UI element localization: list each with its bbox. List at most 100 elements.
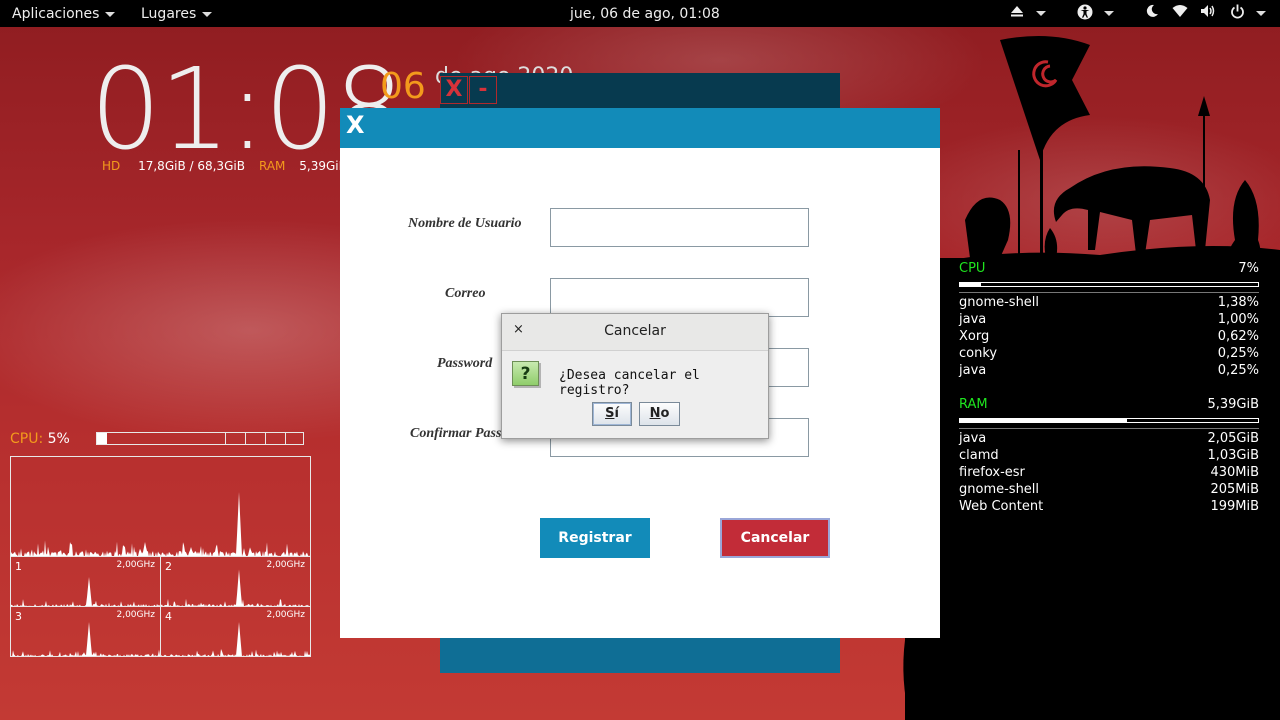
no-label-rest: o xyxy=(660,406,670,421)
hd-usage: HD 17,8GiB / 68,3GiB xyxy=(102,159,245,173)
process-name: java xyxy=(959,312,987,327)
cpu-core-graph: 3 2,00GHz xyxy=(10,606,161,657)
yes-button[interactable]: Sí xyxy=(592,402,632,426)
email-label: Correo xyxy=(445,286,486,301)
core-number: 3 xyxy=(15,610,22,623)
volume-icon[interactable] xyxy=(1199,4,1217,22)
night-light-icon[interactable] xyxy=(1143,4,1161,22)
username-label: Nombre de Usuario xyxy=(408,216,522,231)
cpu-core-graph: 1 2,00GHz xyxy=(10,556,161,607)
core-frequency: 2,00GHz xyxy=(116,560,155,570)
core-frequency: 2,00GHz xyxy=(116,610,155,620)
process-row: firefox-esr 430MiB xyxy=(959,464,1259,481)
eject-icon[interactable] xyxy=(1008,4,1026,22)
process-name: gnome-shell xyxy=(959,482,1040,497)
ram-bar-fill xyxy=(960,419,1127,422)
cpu-header: CPU 7% xyxy=(959,260,1259,277)
process-name: conky xyxy=(959,346,998,361)
process-name: Web Content xyxy=(959,499,1044,514)
process-row: Xorg 0,62% xyxy=(959,328,1259,345)
applications-menu[interactable]: Aplicaciones xyxy=(12,5,116,23)
ram-label: RAM xyxy=(259,159,286,173)
process-name: clamd xyxy=(959,448,999,463)
cpu-core-graph: 4 2,00GHz xyxy=(160,606,311,657)
applications-menu-label: Aplicaciones xyxy=(12,6,100,22)
close-button[interactable]: X xyxy=(346,111,365,139)
no-button[interactable]: No xyxy=(639,402,680,426)
core-number: 2 xyxy=(165,560,172,573)
cpu-value: 5% xyxy=(47,431,70,447)
dialog-titlebar: × Cancelar xyxy=(502,314,768,351)
chevron-down-icon[interactable] xyxy=(1100,4,1118,22)
cpu-widget-label: CPU: 5% xyxy=(10,431,70,447)
top-panel: Aplicaciones Lugares jue, 06 de ago, 01:… xyxy=(0,0,1280,27)
ram-usage: RAM 5,39GiB xyxy=(259,159,347,173)
ram-header-label: RAM xyxy=(959,397,988,412)
cancel-button[interactable]: Cancelar xyxy=(720,518,830,558)
close-button[interactable]: X xyxy=(440,76,468,104)
process-value: 199MiB xyxy=(1210,499,1259,514)
username-field[interactable] xyxy=(550,208,809,247)
minimize-button[interactable]: - xyxy=(469,76,497,104)
process-value: 0,62% xyxy=(1217,329,1259,344)
dialog-title: Cancelar xyxy=(604,323,666,339)
process-row: java 0,25% xyxy=(959,362,1259,379)
process-value: 0,25% xyxy=(1217,346,1259,361)
datetime-menu[interactable]: jue, 06 de ago, 01:08 xyxy=(570,5,720,23)
registration-window-header: X xyxy=(340,108,940,148)
core-number: 4 xyxy=(165,610,172,623)
process-name: java xyxy=(959,363,987,378)
separator xyxy=(959,428,1259,429)
cpu-bar-fill xyxy=(960,283,981,286)
process-value: 1,03GiB xyxy=(1207,448,1259,463)
background-window-titlebar: X - xyxy=(440,73,840,108)
cpu-usage-bar xyxy=(96,432,304,445)
cpu-header-value: 7% xyxy=(1238,261,1259,276)
process-row: clamd 1,03GiB xyxy=(959,447,1259,464)
yes-label-rest: í xyxy=(614,406,619,421)
wifi-icon[interactable] xyxy=(1171,4,1189,22)
separator xyxy=(959,292,1259,293)
process-name: Xorg xyxy=(959,329,990,344)
process-row: java 2,05GiB xyxy=(959,430,1259,447)
cpu-total-graph xyxy=(10,456,311,557)
cpu-usage-fill xyxy=(97,433,107,444)
process-row: Web Content 199MiB xyxy=(959,498,1259,515)
process-value: 430MiB xyxy=(1210,465,1259,480)
accessibility-icon[interactable] xyxy=(1076,4,1094,22)
process-value: 205MiB xyxy=(1210,482,1259,497)
places-menu[interactable]: Lugares xyxy=(141,5,213,23)
hd-label: HD xyxy=(102,159,121,173)
cpu-header-label: CPU xyxy=(959,261,986,276)
question-icon: ? xyxy=(512,361,539,386)
ram-header-value: 5,39GiB xyxy=(1207,397,1259,412)
cpu-activity-trace xyxy=(161,569,309,606)
chevron-down-icon[interactable] xyxy=(1252,4,1270,22)
process-name: java xyxy=(959,431,987,446)
process-value: 2,05GiB xyxy=(1207,431,1259,446)
datetime-label: jue, 06 de ago, 01:08 xyxy=(570,6,720,22)
cpu-activity-trace xyxy=(161,622,310,656)
process-name: gnome-shell xyxy=(959,295,1040,310)
chevron-down-icon[interactable] xyxy=(1032,4,1050,22)
ram-header: RAM 5,39GiB xyxy=(959,396,1259,413)
cpu-core-graph: 2 2,00GHz xyxy=(160,556,311,607)
process-row: gnome-shell 1,38% xyxy=(959,294,1259,311)
hd-value: 17,8GiB / 68,3GiB xyxy=(138,159,245,173)
email-field[interactable] xyxy=(550,278,809,317)
process-value: 1,00% xyxy=(1217,312,1259,327)
cpu-label: CPU: xyxy=(10,431,44,447)
register-button[interactable]: Registrar xyxy=(540,518,650,558)
cpu-bar xyxy=(959,282,1259,287)
power-icon[interactable] xyxy=(1228,4,1246,22)
chevron-down-icon xyxy=(202,11,213,17)
cpu-activity-trace xyxy=(11,492,310,556)
process-row: conky 0,25% xyxy=(959,345,1259,362)
core-number: 1 xyxy=(15,560,22,573)
chevron-down-icon xyxy=(105,11,116,17)
cpu-activity-trace xyxy=(11,622,160,656)
process-row: gnome-shell 205MiB xyxy=(959,481,1259,498)
process-value: 1,38% xyxy=(1217,295,1259,310)
places-menu-label: Lugares xyxy=(141,6,197,22)
core-frequency: 2,00GHz xyxy=(266,560,305,570)
